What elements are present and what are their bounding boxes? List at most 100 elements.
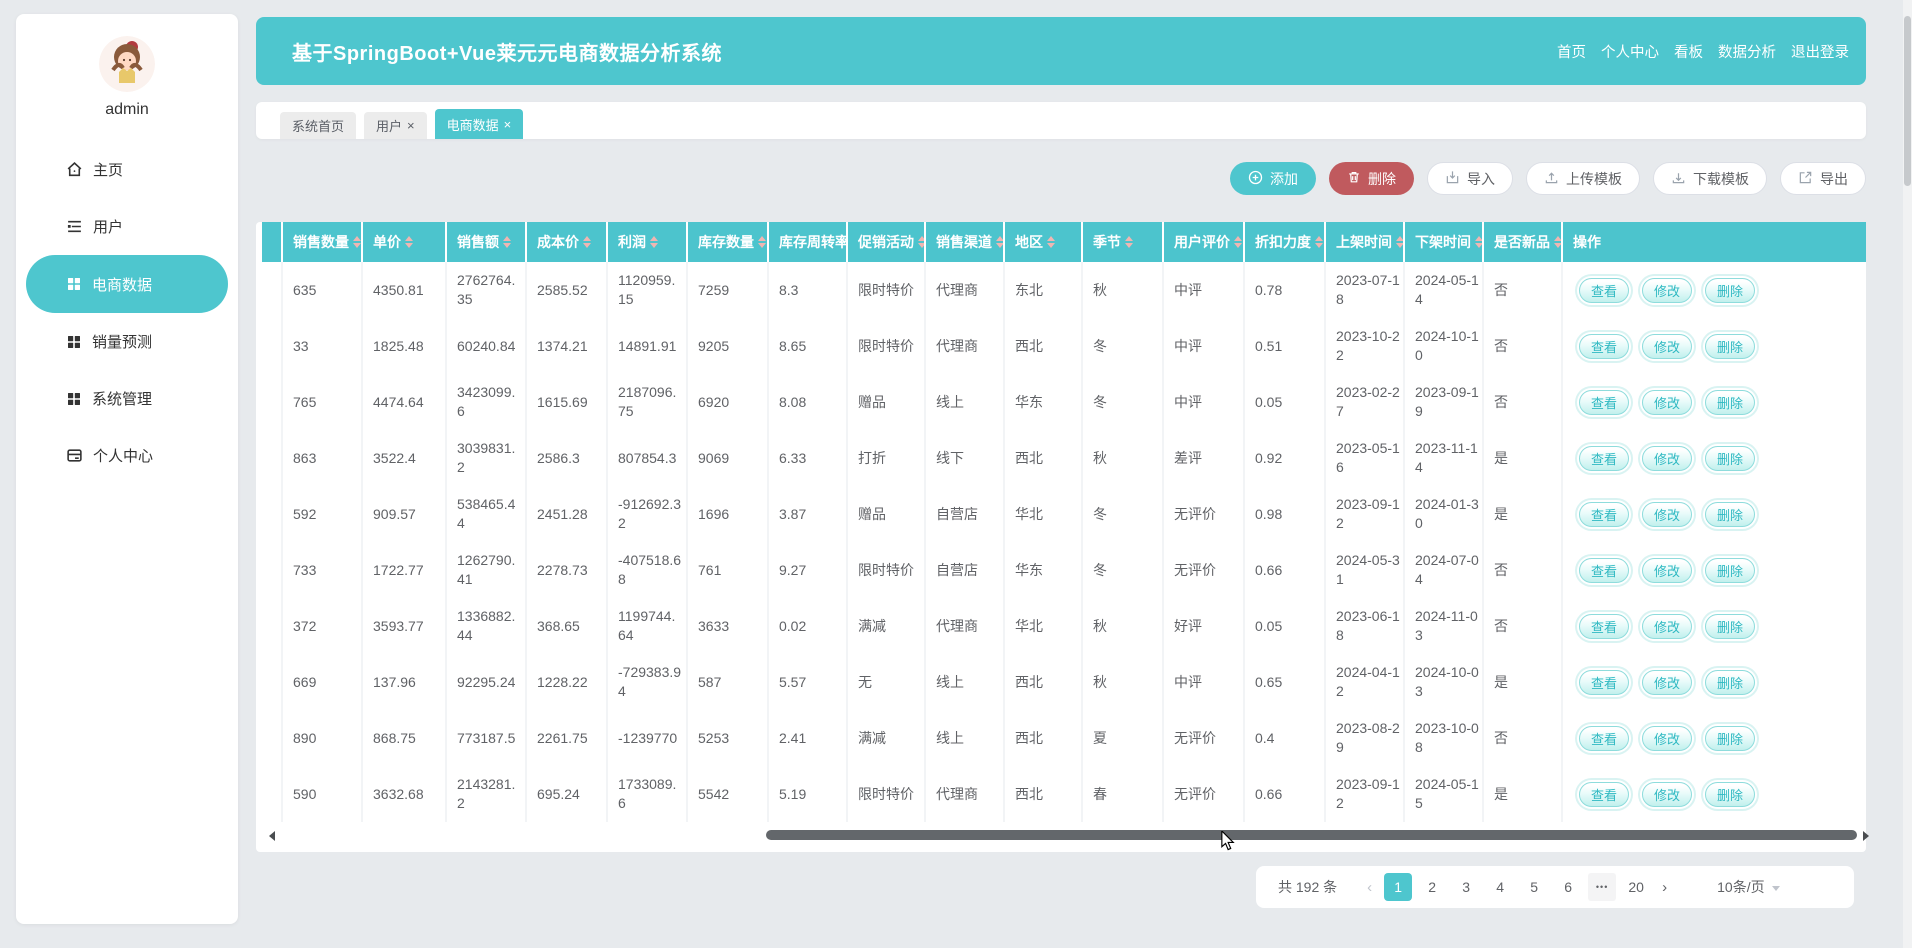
table-cell: 中评 [1164, 374, 1245, 430]
table-cell: 2023-09-12 [1326, 486, 1405, 542]
next-page-icon[interactable]: › [1662, 879, 1667, 896]
close-icon[interactable]: × [504, 118, 512, 131]
edit-button[interactable]: 修改 [1642, 614, 1692, 639]
column-header[interactable]: 利润 [608, 222, 688, 262]
top-nav-link[interactable]: 数据分析 [1718, 41, 1776, 62]
app-header: 基于SpringBoot+Vue莱元元电商数据分析系统 首页个人中心看板数据分析… [256, 17, 1866, 85]
page-button-20[interactable]: 20 [1622, 873, 1650, 901]
table-cell: 368.65 [527, 598, 608, 654]
top-nav-link[interactable]: 个人中心 [1601, 41, 1659, 62]
column-header[interactable]: 单价 [363, 222, 447, 262]
column-header[interactable]: 季节 [1083, 222, 1164, 262]
delete-row-button[interactable]: 删除 [1705, 334, 1755, 359]
page-button-4[interactable]: 4 [1486, 873, 1514, 901]
tab-电商数据[interactable]: 电商数据× [435, 109, 524, 139]
table-cell: 0.02 [769, 598, 848, 654]
upload-template-button[interactable]: 上传模板 [1526, 162, 1640, 195]
sidebar-item-system-management[interactable]: 系统管理 [16, 370, 238, 427]
table-cell: 14891.91 [608, 318, 688, 374]
delete-row-button[interactable]: 删除 [1705, 614, 1755, 639]
table-cell: 592 [283, 486, 363, 542]
view-button[interactable]: 查看 [1579, 726, 1629, 751]
edit-button[interactable]: 修改 [1642, 334, 1692, 359]
sidebar-item-sales-forecast[interactable]: 销量预测 [16, 313, 238, 370]
sidebar-item-ecommerce-data[interactable]: 电商数据 [26, 255, 228, 313]
column-header[interactable]: 销售渠道 [926, 222, 1005, 262]
delete-row-button[interactable]: 删除 [1705, 670, 1755, 695]
sort-carets-icon [1315, 236, 1323, 248]
table-row: 890868.75773187.52261.75-123977052532.41… [262, 710, 1866, 766]
scroll-right-arrow-icon[interactable] [1863, 831, 1869, 841]
page-scrollbar-thumb[interactable] [1904, 16, 1911, 186]
edit-button[interactable]: 修改 [1642, 782, 1692, 807]
export-button[interactable]: 导出 [1780, 162, 1866, 195]
column-header[interactable]: 库存周转率 [769, 222, 848, 262]
column-header[interactable]: 促销活动 [848, 222, 926, 262]
sidebar-item-home[interactable]: 主页 [16, 141, 238, 198]
page-button-5[interactable]: 5 [1520, 873, 1548, 901]
horizontal-scrollbar-thumb[interactable] [766, 830, 1857, 840]
partial-column-cell [262, 542, 283, 598]
view-button[interactable]: 查看 [1579, 446, 1629, 471]
edit-button[interactable]: 修改 [1642, 558, 1692, 583]
column-header[interactable]: 折扣力度 [1245, 222, 1326, 262]
delete-row-button[interactable]: 删除 [1705, 782, 1755, 807]
close-icon[interactable]: × [407, 119, 415, 132]
delete-row-button[interactable]: 删除 [1705, 726, 1755, 751]
column-header[interactable]: 成本价 [527, 222, 608, 262]
table-cell: 东北 [1005, 262, 1083, 318]
page-button-3[interactable]: 3 [1452, 873, 1480, 901]
more-pages-button[interactable]: ••• [1588, 873, 1616, 901]
table-cell: 否 [1484, 598, 1563, 654]
page-button-6[interactable]: 6 [1554, 873, 1582, 901]
column-header[interactable]: 上架时间 [1326, 222, 1405, 262]
import-button[interactable]: 导入 [1427, 162, 1513, 195]
sidebar-item-users[interactable]: 用户 [16, 198, 238, 255]
column-header[interactable]: 地区 [1005, 222, 1083, 262]
top-nav-link[interactable]: 首页 [1557, 41, 1586, 62]
download-template-button[interactable]: 下载模板 [1653, 162, 1767, 195]
delete-row-button[interactable]: 删除 [1705, 278, 1755, 303]
view-button[interactable]: 查看 [1579, 278, 1629, 303]
edit-button[interactable]: 修改 [1642, 670, 1692, 695]
edit-button[interactable]: 修改 [1642, 446, 1692, 471]
view-button[interactable]: 查看 [1579, 782, 1629, 807]
view-button[interactable]: 查看 [1579, 502, 1629, 527]
top-nav-link[interactable]: 退出登录 [1791, 41, 1849, 62]
view-button[interactable]: 查看 [1579, 558, 1629, 583]
delete-row-button[interactable]: 删除 [1705, 502, 1755, 527]
add-button-label: 添加 [1270, 169, 1298, 189]
column-header[interactable]: 用户评价 [1164, 222, 1245, 262]
table-cell: 2024-10-10 [1405, 318, 1484, 374]
delete-row-button[interactable]: 删除 [1705, 390, 1755, 415]
column-header[interactable]: 是否新品 [1484, 222, 1563, 262]
tab-用户[interactable]: 用户× [364, 112, 427, 139]
page-button-1[interactable]: 1 [1384, 873, 1412, 901]
scroll-left-arrow-icon[interactable] [269, 831, 275, 841]
delete-row-button[interactable]: 删除 [1705, 558, 1755, 583]
page-button-2[interactable]: 2 [1418, 873, 1446, 901]
prev-page-icon[interactable]: ‹ [1367, 879, 1372, 896]
delete-row-button[interactable]: 删除 [1705, 446, 1755, 471]
view-button[interactable]: 查看 [1579, 614, 1629, 639]
top-nav-link[interactable]: 看板 [1674, 41, 1703, 62]
edit-button[interactable]: 修改 [1642, 278, 1692, 303]
add-button[interactable]: 添加 [1230, 162, 1316, 195]
column-header[interactable]: 下架时间 [1405, 222, 1484, 262]
view-button[interactable]: 查看 [1579, 670, 1629, 695]
sidebar-item-personal-center[interactable]: 个人中心 [16, 427, 238, 484]
column-header[interactable]: 库存数量 [688, 222, 769, 262]
column-header[interactable]: 操作 [1563, 222, 1866, 262]
column-header[interactable]: 销售额 [447, 222, 527, 262]
table-cell: 赠品 [848, 374, 926, 430]
view-button[interactable]: 查看 [1579, 334, 1629, 359]
tab-系统首页[interactable]: 系统首页 [280, 112, 356, 139]
edit-button[interactable]: 修改 [1642, 390, 1692, 415]
delete-button[interactable]: 删除 [1329, 162, 1414, 195]
partial-column-header [262, 222, 283, 262]
page-size-select[interactable]: 10条/页 [1717, 877, 1779, 897]
view-button[interactable]: 查看 [1579, 390, 1629, 415]
column-header[interactable]: 销售数量 [283, 222, 363, 262]
edit-button[interactable]: 修改 [1642, 726, 1692, 751]
edit-button[interactable]: 修改 [1642, 502, 1692, 527]
